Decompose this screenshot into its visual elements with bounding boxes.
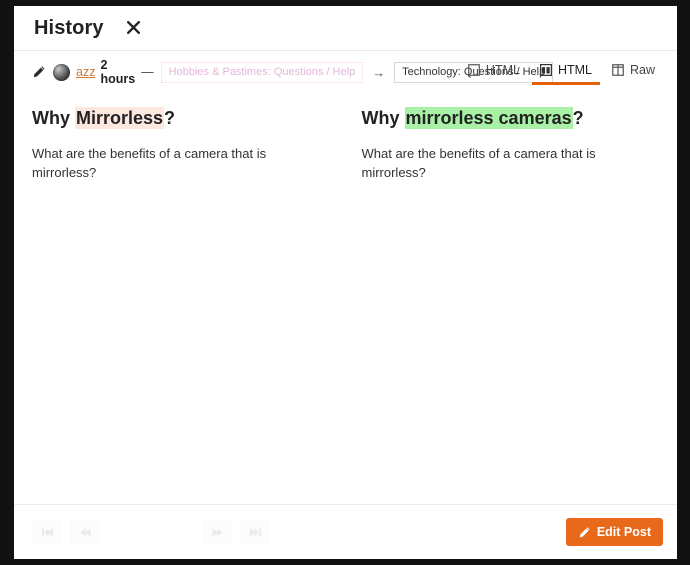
pencil-icon xyxy=(578,526,591,539)
skip-to-end-icon xyxy=(249,527,262,538)
username-link[interactable]: azz xyxy=(76,65,95,79)
last-revision-button[interactable] xyxy=(240,519,270,545)
view-mode-tabs: HTML HTML Raw xyxy=(458,59,665,86)
revision-nav-start xyxy=(32,519,108,545)
diff-title-current-inserted: mirrorless cameras xyxy=(404,107,573,129)
meta-separator: — xyxy=(141,65,154,79)
revision-timestamp: 2 hours xyxy=(100,58,136,86)
first-revision-button[interactable] xyxy=(32,519,62,545)
tab-html-side-by-side[interactable]: HTML xyxy=(532,59,600,86)
history-modal: History azz 2 hours — Hobbies & Pastimes… xyxy=(14,6,677,559)
rewind-icon xyxy=(79,527,92,538)
modal-footer: Edit Post xyxy=(14,505,677,559)
tab-html-inline[interactable]: HTML xyxy=(460,59,528,86)
tab-raw[interactable]: Raw xyxy=(604,59,663,86)
page-title: History xyxy=(34,16,104,39)
diff-title-current-suffix: ? xyxy=(572,108,584,128)
tab-html-side-by-side-label: HTML xyxy=(557,62,592,77)
diff-title-previous-deleted: Mirrorless xyxy=(75,107,165,129)
category-old[interactable]: Hobbies & Pastimes: Questions / Help xyxy=(160,61,364,83)
edit-post-button[interactable]: Edit Post xyxy=(565,518,663,546)
revision-meta: azz 2 hours — Hobbies & Pastimes: Questi… xyxy=(32,58,554,86)
diff-title-previous: Why Mirrorless? xyxy=(32,107,328,130)
edit-post-label: Edit Post xyxy=(596,525,651,539)
avatar[interactable] xyxy=(53,63,70,81)
split-pane-icon xyxy=(539,64,552,76)
diff-title-current-prefix: Why xyxy=(361,108,405,128)
previous-revision-button[interactable] xyxy=(70,519,100,545)
diff-title-current: Why mirrorless cameras? xyxy=(362,107,660,130)
close-icon[interactable] xyxy=(122,16,146,40)
diff-title-previous-suffix: ? xyxy=(164,108,176,128)
diff-panel-previous: Why Mirrorless? What are the benefits of… xyxy=(14,107,346,504)
next-revision-button[interactable] xyxy=(202,519,232,545)
modal-header: History xyxy=(14,6,677,50)
diff-body-previous: What are the benefits of a camera that i… xyxy=(32,145,267,181)
tab-raw-label: Raw xyxy=(629,62,655,77)
diff-panel-current: Why mirrorless cameras? What are the ben… xyxy=(346,107,678,504)
single-pane-icon xyxy=(468,64,480,76)
tab-html-inline-label: HTML xyxy=(485,62,520,77)
columns-icon xyxy=(612,64,624,76)
diff-body: Why Mirrorless? What are the benefits of… xyxy=(14,93,677,504)
skip-to-start-icon xyxy=(41,527,54,538)
fast-forward-icon xyxy=(211,527,224,538)
revision-nav-end xyxy=(202,519,278,545)
change-arrow-icon: → xyxy=(372,64,386,80)
pencil-icon xyxy=(32,65,46,79)
revision-bar: azz 2 hours — Hobbies & Pastimes: Questi… xyxy=(14,51,677,93)
diff-body-current: What are the benefits of a camera that i… xyxy=(361,145,596,181)
diff-title-previous-prefix: Why xyxy=(32,108,75,128)
